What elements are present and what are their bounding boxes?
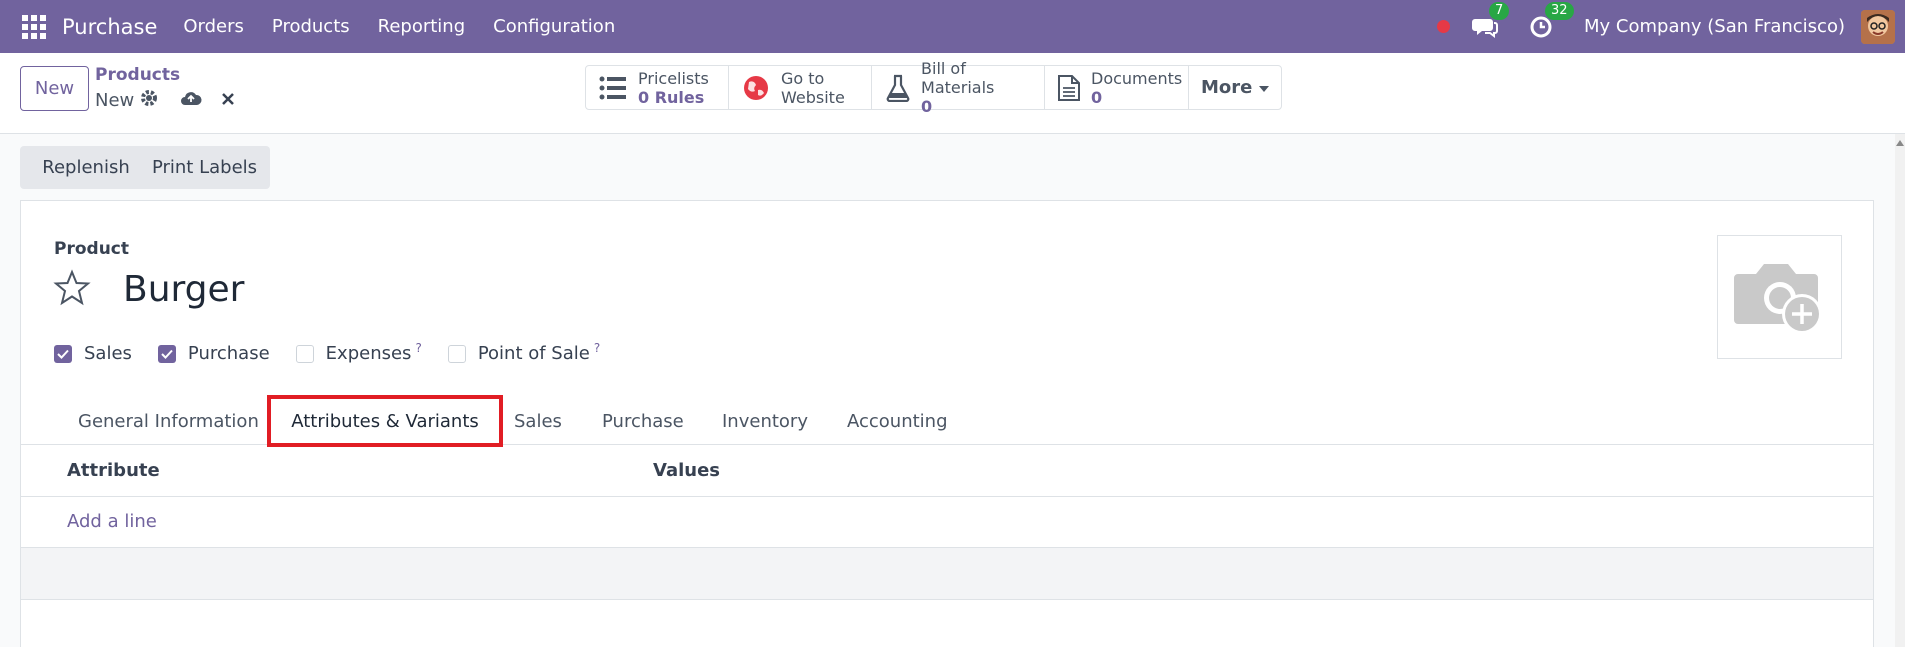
messages-count-badge: 7 bbox=[1489, 1, 1510, 20]
product-name-input[interactable]: Burger bbox=[123, 269, 244, 310]
table-row bbox=[21, 548, 1873, 600]
pricelists-title: Pricelists bbox=[638, 68, 709, 88]
checkbox-expenses-label: Expenses bbox=[325, 343, 412, 364]
menu-reporting[interactable]: Reporting bbox=[378, 16, 466, 37]
star-favorite-icon[interactable] bbox=[53, 269, 91, 307]
checkbox-sales[interactable]: Sales bbox=[54, 343, 132, 364]
new-button[interactable]: New bbox=[20, 66, 89, 111]
check-icon bbox=[157, 344, 176, 363]
bom-title: Bill of Materials bbox=[921, 59, 995, 97]
bill-of-materials-smart-button[interactable]: Bill of Materials 0 bbox=[872, 59, 1045, 116]
checkbox-sales-label: Sales bbox=[84, 343, 132, 364]
more-label: More bbox=[1201, 77, 1253, 98]
checkbox-pos-label: Point of Sale bbox=[477, 343, 590, 364]
product-form-sheet: Product Burger Sales Purchase Expenses ? bbox=[20, 200, 1874, 647]
breadcrumb-current: New bbox=[95, 89, 158, 112]
globe-icon bbox=[741, 73, 771, 103]
menu-configuration[interactable]: Configuration bbox=[493, 16, 615, 37]
tab-purchase[interactable]: Purchase bbox=[602, 397, 684, 445]
checkbox-purchase[interactable]: Purchase bbox=[157, 343, 270, 364]
add-a-line-link[interactable]: Add a line bbox=[67, 511, 157, 532]
expenses-help-tooltip[interactable]: ? bbox=[415, 341, 421, 355]
tab-attributes-variants[interactable]: Attributes & Variants bbox=[267, 395, 503, 447]
app-brand[interactable]: Purchase bbox=[62, 15, 157, 39]
user-avatar[interactable] bbox=[1861, 9, 1895, 44]
attributes-table-header: Attribute Values bbox=[21, 445, 1873, 497]
documents-title: Documents bbox=[1091, 68, 1183, 88]
gear-icon[interactable] bbox=[140, 89, 158, 112]
activities-count-badge: 32 bbox=[1545, 1, 1574, 20]
menu-orders[interactable]: Orders bbox=[183, 16, 244, 37]
go-to-website-smart-button[interactable]: Go to Website bbox=[729, 66, 872, 109]
discard-close-icon[interactable] bbox=[220, 91, 236, 112]
smart-buttons: Pricelists 0 Rules Go to Website Bill of M… bbox=[585, 59, 1282, 116]
table-row: Add a line bbox=[21, 497, 1873, 548]
product-image-upload[interactable] bbox=[1717, 235, 1842, 359]
flask-icon bbox=[884, 73, 911, 103]
activities-clock-icon[interactable]: 32 bbox=[1528, 1, 1574, 40]
tab-general-information[interactable]: General Information bbox=[78, 397, 259, 445]
tab-accounting[interactable]: Accounting bbox=[847, 397, 948, 445]
save-cloud-icon[interactable] bbox=[180, 90, 202, 113]
bom-value: 0 bbox=[921, 97, 933, 116]
check-icon bbox=[54, 344, 72, 363]
pos-help-tooltip[interactable]: ? bbox=[594, 341, 600, 355]
documents-smart-button[interactable]: Documents 0 bbox=[1045, 66, 1189, 109]
control-panel: New Products New Pricelists 0 Rules Go to… bbox=[0, 53, 1905, 134]
caret-down-icon bbox=[1258, 77, 1270, 98]
camera-plus-icon bbox=[1733, 264, 1822, 334]
replenish-button[interactable]: Replenish bbox=[20, 146, 152, 189]
main-menu: Orders Products Reporting Configuration bbox=[169, 16, 629, 37]
messages-icon[interactable]: 7 bbox=[1472, 1, 1510, 40]
form-notebook-tabs: General Information Attributes & Variant… bbox=[21, 395, 1873, 447]
list-icon bbox=[598, 73, 628, 103]
website-line2: Website bbox=[781, 87, 845, 107]
page-scrollbar[interactable] bbox=[1895, 134, 1905, 647]
product-name-label: Product bbox=[54, 239, 129, 259]
company-switcher[interactable]: My Company (San Francisco) bbox=[1584, 16, 1845, 37]
unchecked-box-icon bbox=[295, 344, 314, 363]
print-labels-button[interactable]: Print Labels bbox=[139, 146, 270, 189]
pricelists-value: 0 Rules bbox=[638, 87, 705, 107]
documents-value: 0 bbox=[1091, 87, 1103, 107]
product-type-checkboxes: Sales Purchase Expenses ? Point of Sale … bbox=[54, 341, 626, 364]
column-attribute: Attribute bbox=[67, 460, 160, 481]
recording-indicator-icon[interactable] bbox=[1437, 20, 1451, 33]
more-smart-button[interactable]: More bbox=[1189, 66, 1281, 109]
menu-products[interactable]: Products bbox=[272, 16, 350, 37]
tab-sales[interactable]: Sales bbox=[514, 397, 562, 445]
column-values: Values bbox=[653, 460, 720, 481]
apps-menu-icon[interactable] bbox=[22, 14, 46, 39]
checkbox-point-of-sale[interactable]: Point of Sale ? bbox=[447, 341, 600, 364]
breadcrumb-products[interactable]: Products bbox=[95, 65, 180, 85]
unchecked-box-icon bbox=[447, 344, 466, 363]
tab-inventory[interactable]: Inventory bbox=[722, 397, 808, 445]
document-icon bbox=[1057, 73, 1081, 103]
website-line1: Go to bbox=[781, 68, 825, 88]
scroll-up-arrow-icon[interactable] bbox=[1896, 140, 1904, 146]
breadcrumb-current-label: New bbox=[95, 90, 135, 111]
navbar-systray: 7 32 My Company (San Francisco) bbox=[1437, 0, 1905, 53]
top-navbar: Purchase Orders Products Reporting Confi… bbox=[0, 0, 1905, 53]
pricelists-smart-button[interactable]: Pricelists 0 Rules bbox=[586, 66, 729, 109]
checkbox-expenses[interactable]: Expenses ? bbox=[295, 341, 422, 364]
checkbox-purchase-label: Purchase bbox=[187, 343, 270, 364]
